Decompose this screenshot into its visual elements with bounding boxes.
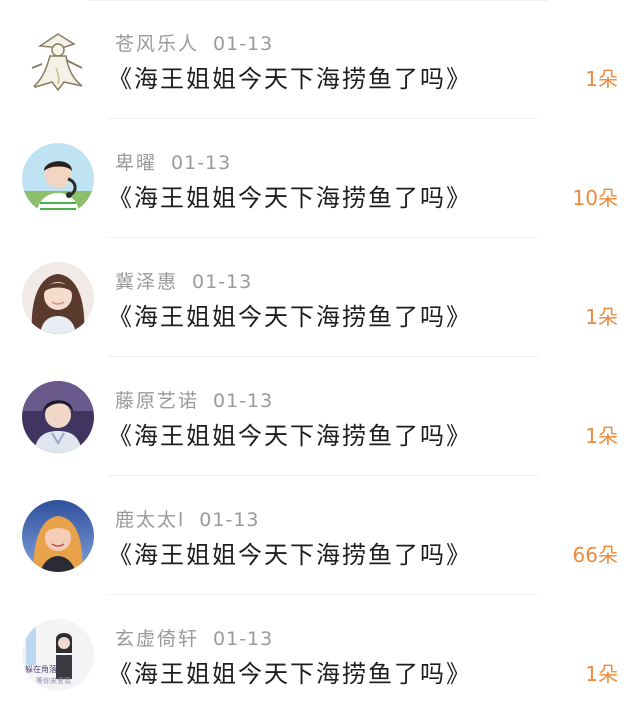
comment-meta: 藤原艺诺 01-13 xyxy=(115,386,273,413)
book-title[interactable]: 《海王姐姐今天下海捞鱼了吗》 xyxy=(108,654,472,689)
avatar-photo: 躲在角落 等你来爱我 xyxy=(22,619,94,691)
comment-date: 01-13 xyxy=(171,152,232,174)
comment-row[interactable]: 藤原艺诺 01-13 《海王姐姐今天下海捞鱼了吗》 1朵 xyxy=(0,357,640,476)
gift-count: 1朵 xyxy=(585,305,618,329)
book-title[interactable]: 《海王姐姐今天下海捞鱼了吗》 xyxy=(108,59,472,94)
comment-meta: 玄虚倚轩 01-13 xyxy=(115,624,273,651)
avatar[interactable] xyxy=(22,500,94,572)
comment-row[interactable]: 躲在角落 等你来爱我 玄虚倚轩 01-13 《海王姐姐今天下海捞鱼了吗》 1朵 xyxy=(0,595,640,714)
comment-meta: 卑曜 01-13 xyxy=(115,148,231,175)
avatar-illustration xyxy=(22,24,94,96)
avatar[interactable] xyxy=(22,262,94,334)
book-title[interactable]: 《海王姐姐今天下海捞鱼了吗》 xyxy=(108,416,472,451)
comment-date: 01-13 xyxy=(213,390,274,412)
comment-meta: 鹿太太l 01-13 xyxy=(115,505,260,532)
comment-row[interactable]: 苍风乐人 01-13 《海王姐姐今天下海捞鱼了吗》 1朵 xyxy=(0,0,640,119)
comment-date: 01-13 xyxy=(192,271,253,293)
comment-meta: 冀泽惠 01-13 xyxy=(115,267,252,294)
comment-date: 01-13 xyxy=(213,628,274,650)
book-title[interactable]: 《海王姐姐今天下海捞鱼了吗》 xyxy=(108,178,472,213)
avatar[interactable] xyxy=(22,381,94,453)
gift-count: 1朵 xyxy=(585,67,618,91)
comment-row[interactable]: 鹿太太l 01-13 《海王姐姐今天下海捞鱼了吗》 66朵 xyxy=(0,476,640,595)
avatar[interactable] xyxy=(22,24,94,96)
comment-row[interactable]: 冀泽惠 01-13 《海王姐姐今天下海捞鱼了吗》 1朵 xyxy=(0,238,640,357)
comment-date: 01-13 xyxy=(213,33,274,55)
avatar-text-line1: 躲在角落 xyxy=(25,664,57,674)
comment-meta: 苍风乐人 01-13 xyxy=(115,29,273,56)
commenter-name[interactable]: 藤原艺诺 xyxy=(115,390,199,412)
comment-row[interactable]: 卑曜 01-13 《海王姐姐今天下海捞鱼了吗》 10朵 xyxy=(0,119,640,238)
gift-count: 10朵 xyxy=(572,186,618,210)
commenter-name[interactable]: 玄虚倚轩 xyxy=(115,628,199,650)
commenter-name[interactable]: 鹿太太l xyxy=(115,509,185,531)
commenter-name[interactable]: 冀泽惠 xyxy=(115,271,178,293)
book-title[interactable]: 《海王姐姐今天下海捞鱼了吗》 xyxy=(108,297,472,332)
avatar[interactable] xyxy=(22,143,94,215)
avatar[interactable]: 躲在角落 等你来爱我 xyxy=(22,619,94,691)
commenter-name[interactable]: 苍风乐人 xyxy=(115,33,199,55)
avatar-photo xyxy=(22,262,94,334)
avatar-photo xyxy=(22,500,94,572)
gift-count: 66朵 xyxy=(572,543,618,567)
book-title[interactable]: 《海王姐姐今天下海捞鱼了吗》 xyxy=(108,535,472,570)
avatar-photo xyxy=(22,381,94,453)
avatar-photo xyxy=(22,143,94,215)
comment-date: 01-13 xyxy=(199,509,260,531)
gift-count: 1朵 xyxy=(585,424,618,448)
gift-count: 1朵 xyxy=(585,662,618,686)
commenter-name[interactable]: 卑曜 xyxy=(115,152,157,174)
avatar-text-line2: 等你来爱我 xyxy=(36,676,71,685)
